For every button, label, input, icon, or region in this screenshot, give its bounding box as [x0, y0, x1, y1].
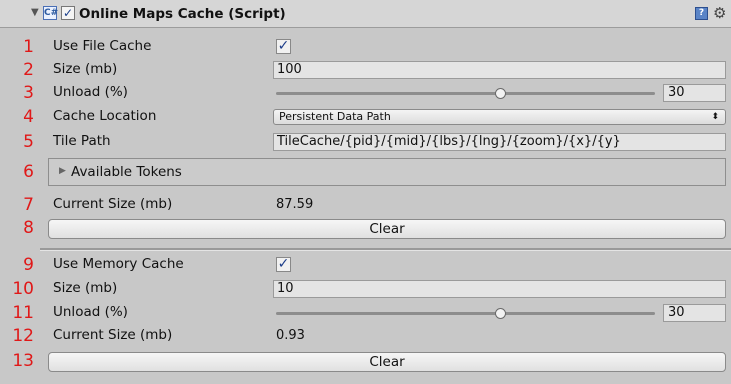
row-number: 10: [12, 279, 34, 299]
row-number: 3: [23, 83, 34, 103]
available-tokens-foldout[interactable]: ▶ Available Tokens: [48, 158, 726, 186]
foldout-arrow-icon[interactable]: ▼: [31, 7, 39, 18]
row-number: 1: [23, 37, 34, 57]
clear-memory-cache-button[interactable]: Clear: [48, 352, 726, 372]
component-header[interactable]: ▼ C# ✓ Online Maps Cache (Script) ? ⚙: [0, 0, 731, 28]
row-number: 7: [23, 195, 34, 215]
memory-cache-size-field[interactable]: 10: [273, 280, 726, 298]
use-memory-cache-checkbox[interactable]: ✓: [276, 257, 291, 272]
memory-unload-slider-thumb[interactable]: [494, 308, 506, 319]
row-number: 12: [12, 326, 34, 346]
cache-location-dropdown[interactable]: Persistent Data Path ⬍: [273, 109, 726, 125]
memory-unload-label: Unload (%): [53, 304, 128, 320]
memory-unload-slider-track[interactable]: [276, 312, 655, 315]
dropdown-arrows-icon: ⬍: [711, 112, 719, 122]
file-unload-slider-track[interactable]: [276, 92, 655, 95]
file-unload-value-field[interactable]: 30: [663, 84, 726, 102]
row-number: 11: [12, 303, 34, 323]
tile-path-label: Tile Path: [53, 133, 111, 149]
gear-icon[interactable]: ⚙: [713, 4, 726, 22]
enable-checkbox[interactable]: ✓: [61, 6, 75, 20]
file-unload-label: Unload (%): [53, 84, 128, 100]
cache-location-label: Cache Location: [53, 108, 157, 124]
file-current-size-value: 87.59: [276, 197, 314, 212]
file-unload-slider-thumb[interactable]: [494, 88, 506, 99]
row-number: 8: [23, 218, 34, 238]
component-title: Online Maps Cache (Script): [79, 6, 286, 22]
cache-location-value: Persistent Data Path: [279, 110, 391, 123]
inspector-panel: ▼ C# ✓ Online Maps Cache (Script) ? ⚙ 1 …: [0, 0, 731, 383]
use-file-cache-label: Use File Cache: [53, 38, 152, 54]
row-number: 9: [23, 255, 34, 275]
row-number: 2: [23, 60, 34, 80]
row-number: 13: [12, 351, 34, 371]
tile-path-field[interactable]: TileCache/{pid}/{mid}/{lbs}/{lng}/{zoom}…: [273, 133, 726, 151]
script-icon: C#: [43, 6, 59, 20]
file-current-size-label: Current Size (mb): [53, 196, 173, 212]
row-number: 5: [23, 132, 34, 152]
memory-cache-size-label: Size (mb): [53, 280, 118, 296]
memory-current-size-value: 0.93: [276, 328, 305, 343]
clear-file-cache-button[interactable]: Clear: [48, 219, 726, 239]
memory-unload-value-field[interactable]: 30: [663, 304, 726, 322]
row-number: 4: [23, 107, 34, 127]
help-book-icon[interactable]: ?: [695, 7, 708, 20]
row-number: 6: [23, 162, 34, 182]
available-tokens-label[interactable]: Available Tokens: [71, 164, 182, 180]
memory-current-size-label: Current Size (mb): [53, 327, 173, 343]
file-cache-size-field[interactable]: 100: [273, 61, 726, 79]
file-cache-size-label: Size (mb): [53, 61, 118, 77]
use-file-cache-checkbox[interactable]: ✓: [276, 39, 291, 54]
foldout-triangle-icon[interactable]: ▶: [59, 166, 66, 176]
use-memory-cache-label: Use Memory Cache: [53, 256, 184, 272]
